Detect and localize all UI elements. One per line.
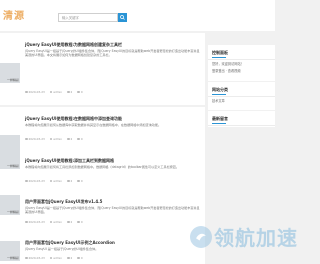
post-date: 2020-03-23	[28, 179, 45, 183]
post-meta: 2020-03-23 admin 2 0	[25, 256, 83, 260]
widget-control-panel: 控制面板 您好，欢迎到访网站！ 登录登出 · 查看视频	[208, 45, 275, 81]
post-views: 2	[70, 90, 73, 94]
eye-icon	[67, 256, 70, 260]
post-excerpt: jQuery EasyUI是一组基于jQuery的UI插件集合体，而jQuery…	[25, 49, 200, 58]
widget-title-accent	[212, 94, 226, 95]
eye-icon	[67, 137, 70, 141]
watermark: 领航加速	[190, 222, 298, 251]
widget-title-accent	[212, 123, 226, 124]
post-author[interactable]: admin	[53, 256, 62, 260]
eye-icon	[67, 220, 70, 224]
post-comments: 0	[80, 90, 83, 94]
comment-icon	[77, 220, 80, 224]
comment-icon	[77, 256, 80, 260]
post-author[interactable]: admin	[53, 137, 62, 141]
site-header: 清源 输入关键字	[0, 0, 275, 31]
user-icon	[49, 256, 53, 260]
eye-icon	[67, 179, 70, 183]
post-date: 2020-03-23	[28, 137, 45, 141]
user-icon	[49, 220, 53, 224]
post-meta: 2020-03-23 admin 2 0	[25, 90, 83, 94]
post-excerpt: jQuery EasyUI是一组基于jQuery的UI插件集合体，而jQuery…	[25, 206, 200, 215]
category-link[interactable]: 技术文章	[208, 97, 275, 104]
comment-icon	[77, 179, 80, 183]
post-views: 2	[70, 220, 73, 224]
post-title[interactable]: 用户界面套包jQuery EasyUI发布v1.4.5	[25, 199, 102, 205]
search-icon	[120, 15, 125, 20]
logo-text: 清源	[3, 11, 25, 22]
post-thumbnail[interactable]: 一样精彩	[0, 241, 20, 261]
calendar-icon	[25, 90, 28, 94]
post-item: 一样精彩 jQuery EasyUI使用教程:为数据网格创建复杂工具栏 jQue…	[0, 33, 205, 105]
post-views: 2	[70, 179, 73, 183]
post-title[interactable]: jQuery EasyUI使用教程:在数据网格中添加查询功能	[25, 116, 122, 122]
post-author[interactable]: admin	[53, 220, 62, 224]
post-date: 2020-03-23	[28, 220, 45, 224]
post-thumbnail[interactable]: 一样精彩	[0, 195, 20, 215]
post-comments: 0	[80, 179, 83, 183]
watermark-logo	[190, 225, 212, 248]
calendar-icon	[25, 179, 28, 183]
widget-link[interactable]: 登录登出 · 查看视频	[208, 67, 275, 74]
watermark-text: 领航加速	[214, 226, 298, 250]
post-author[interactable]: admin	[53, 90, 62, 94]
post-title[interactable]: jQuery EasyUI使用教程:为数据网格创建复杂工具栏	[25, 42, 122, 48]
post-meta: 2020-03-23 admin 2 0	[25, 179, 83, 183]
post-comments: 0	[80, 256, 83, 260]
bird-icon	[196, 233, 206, 240]
post-comments: 0	[80, 137, 83, 141]
post-meta: 2020-03-23 admin 2 0	[25, 220, 83, 224]
post-title[interactable]: jQuery EasyUI使用教程:添加工具栏到数据网格	[25, 158, 114, 164]
post-views: 2	[70, 256, 73, 260]
post-author[interactable]: admin	[53, 179, 62, 183]
post-thumbnail[interactable]: 一样精彩	[0, 149, 20, 169]
post-item: 一样精彩 用户界面套包jQuery EasyUI示例之Accordion jQu…	[0, 231, 205, 264]
widget-latest-comments: 最新留言	[208, 111, 275, 127]
thumbnail-label: 一样精彩	[6, 256, 19, 260]
post-views: 2	[70, 137, 73, 141]
post-thumbnail[interactable]: 一样精彩	[0, 63, 20, 83]
thumbnail-label: 一样精彩	[6, 78, 19, 82]
post-excerpt: 本教程将向您展示如何从数据库中获取数据并将其显示在数据网格中，在数据网格中添加查…	[25, 123, 162, 127]
thumbnail-label: 一样精彩	[6, 164, 19, 168]
user-icon	[49, 90, 53, 94]
post-title[interactable]: 用户界面套包jQuery EasyUI示例之Accordion	[25, 240, 115, 246]
widget-title-accent	[212, 57, 226, 58]
post-date: 2020-03-23	[28, 256, 45, 260]
post-comments: 0	[80, 220, 83, 224]
user-icon	[49, 179, 53, 183]
post-date: 2020-03-23	[28, 90, 45, 94]
thumbnail-label: 一样精彩	[6, 210, 19, 214]
post-excerpt: 本教程将向您展示如何将工具栏添加到数据网格中。数据网格（datagrid）的to…	[25, 165, 179, 169]
post-excerpt: jQuery EasyUI 是一组基于jQuery的UI插件集合体。	[25, 247, 99, 251]
calendar-icon	[25, 137, 28, 141]
search-input[interactable]: 输入关键字	[58, 13, 118, 22]
comment-icon	[77, 137, 80, 141]
eye-icon	[67, 90, 70, 94]
calendar-icon	[25, 256, 28, 260]
widget-categories: 网站分类 技术文章	[208, 82, 275, 110]
site-logo[interactable]: 清源	[3, 7, 25, 22]
post-meta: 2020-03-23 admin 2 0	[25, 137, 83, 141]
comment-icon	[77, 90, 80, 94]
search-button[interactable]	[118, 13, 127, 22]
user-icon	[49, 137, 53, 141]
calendar-icon	[25, 220, 28, 224]
